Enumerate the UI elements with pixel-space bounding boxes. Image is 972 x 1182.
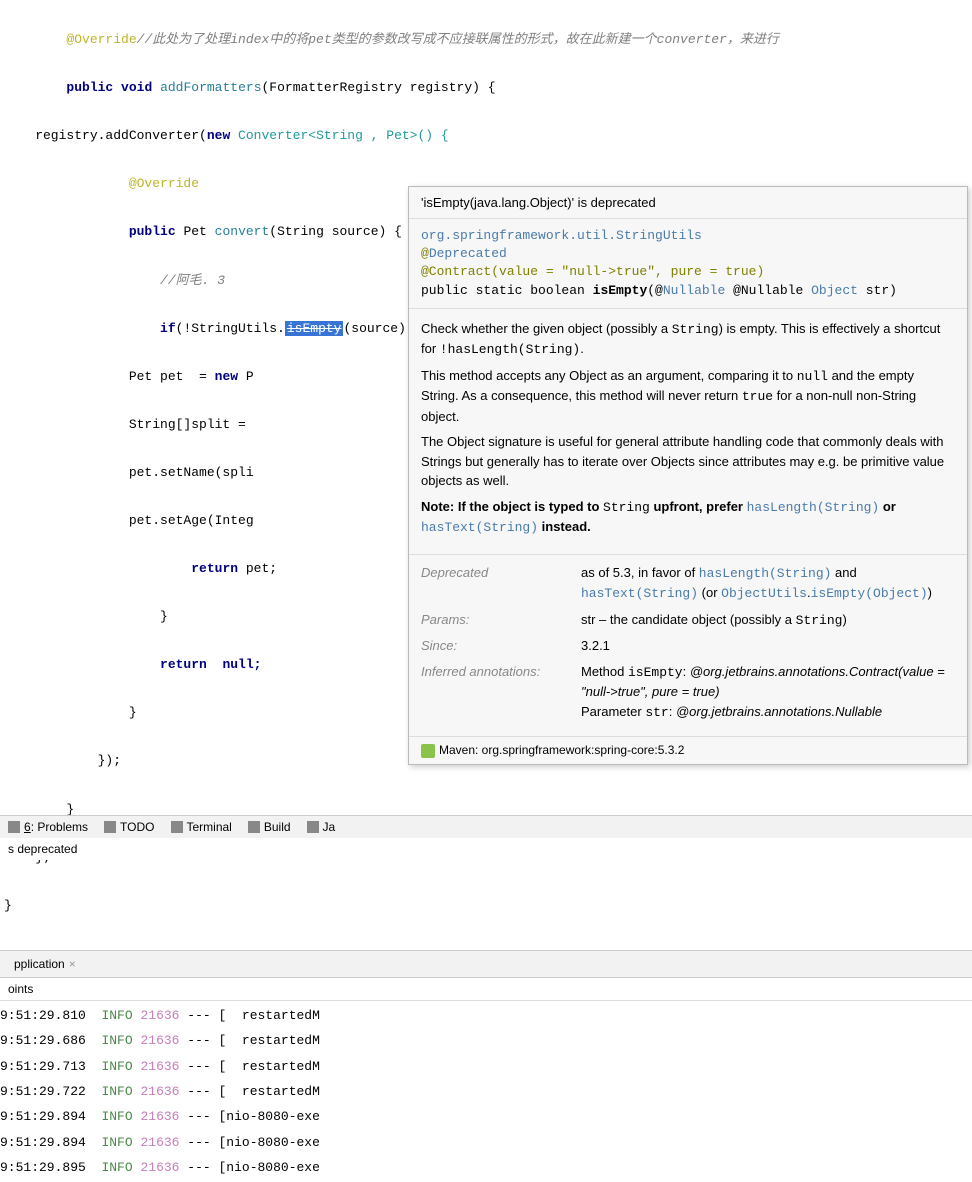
comment: //此处为了处理index中的将pet类型的参数改写成不应接联属性的形式，故在此…: [137, 32, 779, 47]
terminal-icon: [171, 821, 183, 833]
status-message: s deprecated: [0, 838, 972, 860]
log-line: 9:51:29.686 INFO 21636 --- [ restartedM: [0, 1028, 972, 1053]
tooltip-header: 'isEmpty(java.lang.Object)' is deprecate…: [409, 187, 967, 219]
log-line: 9:51:29.894 INFO 21636 --- [nio-8080-exe: [0, 1104, 972, 1129]
documentation-popup[interactable]: 'isEmpty(java.lang.Object)' is deprecate…: [408, 186, 968, 765]
tool-window-bar: 6: Problems TODO Terminal Build Ja: [0, 815, 972, 838]
close-icon[interactable]: ×: [69, 957, 76, 971]
problems-icon: [8, 821, 20, 833]
tooltip-description: Check whether the given object (possibly…: [409, 309, 967, 555]
run-tab-bar: pplication×: [0, 950, 972, 978]
java-icon: [307, 821, 319, 833]
maven-icon: [421, 744, 435, 758]
todo-icon: [104, 821, 116, 833]
tooltip-footer: Maven: org.springframework:spring-core:5…: [409, 737, 967, 764]
log-line: 9:51:29.894 INFO 21636 --- [nio-8080-exe: [0, 1130, 972, 1155]
deprecated-method[interactable]: isEmpty: [285, 321, 344, 336]
build-tool[interactable]: Build: [248, 820, 291, 834]
build-icon: [248, 821, 260, 833]
java-tool[interactable]: Ja: [307, 820, 336, 834]
log-line: 9:51:29.810 INFO 21636 --- [ restartedM: [0, 1003, 972, 1028]
tooltip-signature: org.springframework.util.StringUtils @De…: [409, 219, 967, 309]
log-line: 9:51:29.895 INFO 21636 --- [nio-8080-exe: [0, 1155, 972, 1180]
hastext-link[interactable]: hasText(String): [421, 520, 538, 535]
todo-tool[interactable]: TODO: [104, 820, 154, 834]
log-line: 9:51:29.713 INFO 21636 --- [ restartedM: [0, 1054, 972, 1079]
tooltip-details: Deprecated as of 5.3, in favor of hasLen…: [409, 555, 967, 738]
breakpoints-label: oints: [0, 978, 972, 1001]
terminal-tool[interactable]: Terminal: [171, 820, 232, 834]
haslength-link[interactable]: hasLength(String): [747, 500, 880, 515]
log-line: 9:51:29.722 INFO 21636 --- [ restartedM: [0, 1079, 972, 1104]
console-output[interactable]: 9:51:29.810 INFO 21636 --- [ restartedM …: [0, 1001, 972, 1182]
application-tab[interactable]: pplication×: [8, 955, 82, 973]
override-annotation: @Override: [66, 32, 136, 47]
problems-tool[interactable]: 6: Problems: [8, 820, 88, 834]
